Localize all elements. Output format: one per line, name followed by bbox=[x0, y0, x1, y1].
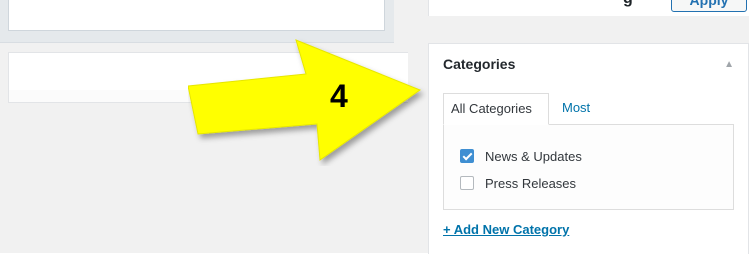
editor-frame bbox=[0, 0, 394, 43]
apply-button[interactable]: Apply bbox=[671, 0, 747, 12]
tab-all-categories[interactable]: All Categories bbox=[443, 93, 549, 125]
news-updates-checkbox[interactable] bbox=[460, 149, 474, 163]
press-releases-checkbox[interactable] bbox=[460, 176, 474, 190]
sidebar: g Apply Categories ▲ All Categories Most… bbox=[408, 0, 749, 254]
category-label: News & Updates bbox=[485, 148, 582, 164]
editor-meta-panel bbox=[8, 52, 409, 92]
categories-title: Categories bbox=[443, 56, 516, 72]
editor-meta-footer bbox=[8, 90, 409, 103]
category-label: Press Releases bbox=[485, 175, 577, 191]
category-item-news-updates[interactable]: News & Updates bbox=[460, 147, 582, 165]
categories-box: Categories ▲ All Categories Most Used Ne… bbox=[428, 43, 749, 254]
editor-area bbox=[0, 0, 409, 253]
category-item-press-releases[interactable]: Press Releases bbox=[460, 174, 576, 192]
add-new-category-link[interactable]: + Add New Category bbox=[443, 222, 569, 237]
publish-box: g Apply bbox=[428, 0, 749, 16]
category-checklist: News & Updates Press Releases bbox=[443, 124, 734, 210]
triangle-up-icon[interactable]: ▲ bbox=[724, 59, 734, 70]
content-editor[interactable] bbox=[8, 0, 385, 31]
tab-most-used[interactable]: Most Used bbox=[555, 93, 599, 145]
publish-fragment-text: g bbox=[623, 0, 633, 8]
